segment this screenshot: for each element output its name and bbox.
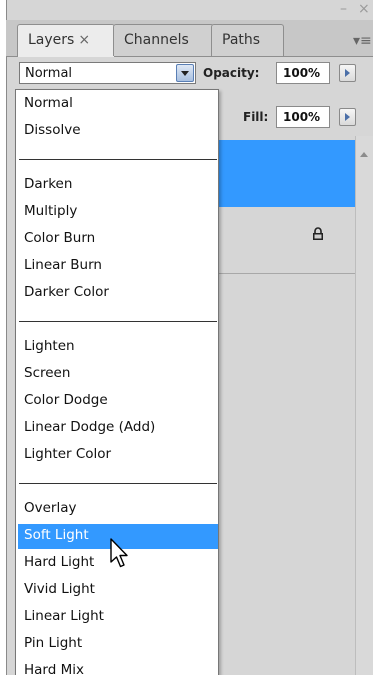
- blend-mode-option-hard-mix[interactable]: Hard Mix: [18, 659, 218, 675]
- fill-value: 100%: [283, 110, 321, 124]
- minimize-icon[interactable]: –: [340, 2, 347, 16]
- blend-mode-option-linear-burn[interactable]: Linear Burn: [18, 254, 218, 279]
- layer-row-background[interactable]: [217, 207, 355, 274]
- fill-label: Fill:: [243, 110, 269, 124]
- opacity-field[interactable]: 100%: [276, 62, 330, 84]
- opacity-label: Opacity:: [203, 66, 260, 80]
- arrow-cursor-icon: [110, 538, 128, 568]
- blend-mode-option-overlay[interactable]: Overlay: [18, 497, 218, 522]
- blend-mode-value: Normal: [25, 66, 73, 81]
- close-icon[interactable]: ×: [358, 2, 370, 16]
- panel-tab-bar: Layers × Channels Paths: [6, 20, 373, 57]
- fill-slider-toggle-icon[interactable]: [339, 108, 356, 126]
- menu-separator: [19, 159, 217, 160]
- fill-field[interactable]: 100%: [276, 106, 330, 128]
- opacity-slider-toggle-icon[interactable]: [339, 64, 356, 82]
- panel-menu-icon[interactable]: ▾≡: [353, 33, 372, 49]
- chevron-down-icon[interactable]: [176, 64, 194, 82]
- tab-layers[interactable]: Layers ×: [17, 24, 115, 57]
- blend-mode-select[interactable]: Normal: [19, 62, 196, 84]
- tab-channels-label: Channels: [124, 32, 189, 48]
- layer-scrollbar[interactable]: [355, 136, 373, 675]
- blend-mode-option-color-burn[interactable]: Color Burn: [18, 227, 218, 252]
- menu-separator: [19, 321, 217, 322]
- menu-separator: [19, 483, 217, 484]
- blend-mode-option-linear-light[interactable]: Linear Light: [18, 605, 218, 630]
- blend-mode-option-linear-dodge-add[interactable]: Linear Dodge (Add): [18, 416, 218, 441]
- tab-paths-label: Paths: [222, 32, 261, 48]
- blend-mode-option-pin-light[interactable]: Pin Light: [18, 632, 218, 657]
- tab-channels[interactable]: Channels: [113, 24, 214, 56]
- blend-mode-dropdown: Normal Dissolve Darken Multiply Color Burn Li…: [15, 89, 219, 675]
- lock-icon: [313, 227, 323, 240]
- blend-mode-option-lighter-color[interactable]: Lighter Color: [18, 443, 218, 468]
- blend-mode-option-darker-color[interactable]: Darker Color: [18, 281, 218, 306]
- blend-mode-option-color-dodge[interactable]: Color Dodge: [18, 389, 218, 414]
- blend-mode-option-dissolve[interactable]: Dissolve: [18, 119, 218, 144]
- tab-layers-label: Layers: [28, 32, 75, 48]
- blend-mode-option-vivid-light[interactable]: Vivid Light: [18, 578, 218, 603]
- opacity-value: 100%: [283, 66, 321, 80]
- tab-paths[interactable]: Paths: [211, 24, 284, 56]
- panel-left-edge: [6, 0, 7, 675]
- tab-close-icon[interactable]: ×: [78, 32, 90, 48]
- blend-mode-option-screen[interactable]: Screen: [18, 362, 218, 387]
- blend-mode-option-normal[interactable]: Normal: [18, 92, 218, 117]
- scroll-up-icon[interactable]: [360, 152, 368, 157]
- layer-row-selected[interactable]: [217, 140, 355, 207]
- layer-list: [217, 136, 355, 675]
- blend-mode-option-lighten[interactable]: Lighten: [18, 335, 218, 360]
- blend-mode-option-darken[interactable]: Darken: [18, 173, 218, 198]
- blend-mode-option-multiply[interactable]: Multiply: [18, 200, 218, 225]
